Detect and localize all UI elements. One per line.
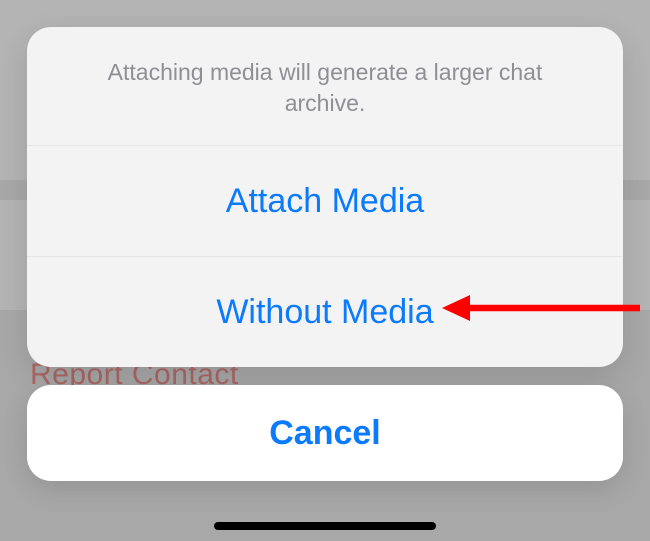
without-media-label: Without Media — [216, 293, 433, 332]
attach-media-label: Attach Media — [226, 182, 424, 221]
cancel-button[interactable]: Cancel — [27, 385, 623, 481]
without-media-button[interactable]: Without Media — [27, 256, 623, 367]
action-sheet-message: Attaching media will generate a larger c… — [27, 27, 623, 146]
home-indicator[interactable] — [214, 522, 436, 530]
action-sheet: Attaching media will generate a larger c… — [27, 27, 623, 367]
cancel-label: Cancel — [269, 414, 381, 453]
attach-media-button[interactable]: Attach Media — [27, 146, 623, 256]
